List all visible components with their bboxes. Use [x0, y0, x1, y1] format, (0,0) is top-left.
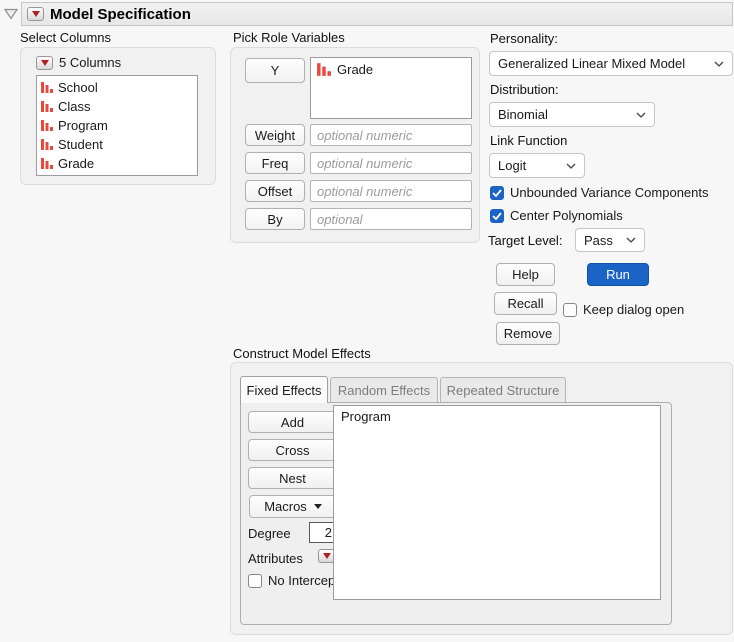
add-button[interactable]: Add: [248, 411, 337, 433]
nominal-column-icon: [41, 81, 53, 94]
by-input[interactable]: [310, 208, 472, 230]
personality-label: Personality:: [490, 31, 558, 46]
target-level-value: Pass: [584, 233, 613, 248]
y-role-button[interactable]: Y: [245, 58, 305, 83]
disclosure-triangle-icon[interactable]: [4, 8, 18, 20]
model-specification-dialog: Model Specification Select Columns Pick …: [0, 0, 734, 642]
target-level-dropdown[interactable]: Pass: [575, 228, 645, 252]
no-intercept-label: No Intercept: [268, 573, 339, 588]
chevron-down-icon: [636, 112, 646, 118]
center-polynomials-checkbox-row[interactable]: Center Polynomials: [490, 208, 623, 223]
chevron-down-icon: [714, 61, 724, 67]
column-name: School: [58, 80, 98, 95]
nominal-column-icon: [41, 157, 53, 170]
pick-role-variables-heading: Pick Role Variables: [233, 30, 345, 45]
target-level-label: Target Level:: [488, 233, 562, 248]
column-name: Student: [58, 137, 103, 152]
red-triangle-menu-icon[interactable]: [36, 56, 53, 70]
link-function-dropdown[interactable]: Logit: [489, 153, 585, 178]
construct-model-effects-heading: Construct Model Effects: [233, 346, 371, 361]
degree-label: Degree: [248, 526, 291, 541]
select-columns-heading: Select Columns: [20, 30, 111, 45]
freq-role-button[interactable]: Freq: [245, 152, 305, 174]
nominal-column-icon: [41, 100, 53, 113]
red-triangle-menu-icon[interactable]: [27, 7, 44, 21]
run-button[interactable]: Run: [587, 263, 649, 286]
by-role-button[interactable]: By: [245, 208, 305, 230]
offset-input[interactable]: [310, 180, 472, 202]
distribution-dropdown[interactable]: Binomial: [489, 102, 655, 127]
unbounded-variance-checkbox-row[interactable]: Unbounded Variance Components: [490, 185, 709, 200]
weight-input[interactable]: [310, 124, 472, 146]
column-name: Class: [58, 99, 91, 114]
link-function-label: Link Function: [490, 133, 567, 148]
nominal-column-icon: [317, 62, 331, 77]
checkbox-checked-icon[interactable]: [490, 186, 504, 200]
cross-button[interactable]: Cross: [248, 439, 337, 461]
page-title: Model Specification: [50, 6, 191, 23]
keep-dialog-open-checkbox-row[interactable]: Keep dialog open: [563, 302, 684, 317]
nest-button[interactable]: Nest: [248, 467, 337, 489]
chevron-down-icon: [566, 163, 576, 169]
help-button[interactable]: Help: [496, 263, 555, 286]
caret-down-icon: [314, 504, 322, 509]
link-function-value: Logit: [498, 158, 526, 173]
checkbox-unchecked-icon[interactable]: [248, 574, 262, 588]
columns-count-label: 5 Columns: [59, 55, 121, 70]
personality-dropdown[interactable]: Generalized Linear Mixed Model: [489, 51, 733, 76]
center-polynomials-label: Center Polynomials: [510, 208, 623, 223]
checkbox-checked-icon[interactable]: [490, 209, 504, 223]
outline-header: Model Specification: [21, 2, 733, 26]
distribution-label: Distribution:: [490, 82, 559, 97]
keep-dialog-open-label: Keep dialog open: [583, 302, 684, 317]
macros-label: Macros: [264, 499, 307, 514]
nominal-column-icon: [41, 138, 53, 151]
offset-role-button[interactable]: Offset: [245, 180, 305, 202]
y-variable-name: Grade: [337, 62, 373, 77]
tab-fixed-effects[interactable]: Fixed Effects: [240, 376, 328, 403]
nominal-column-icon: [41, 119, 53, 132]
column-name: Grade: [58, 156, 94, 171]
y-drop-box[interactable]: Grade: [310, 57, 472, 119]
tab-repeated-structure[interactable]: Repeated Structure: [440, 377, 566, 402]
columns-listbox[interactable]: School Class Program Student Grade: [36, 75, 198, 176]
effect-item[interactable]: Program: [341, 409, 653, 424]
no-intercept-checkbox-row[interactable]: No Intercept: [248, 573, 339, 588]
y-variable[interactable]: Grade: [311, 58, 471, 81]
unbounded-variance-label: Unbounded Variance Components: [510, 185, 709, 200]
columns-menu[interactable]: 5 Columns: [36, 55, 121, 70]
freq-input[interactable]: [310, 152, 472, 174]
checkbox-unchecked-icon[interactable]: [563, 303, 577, 317]
recall-button[interactable]: Recall: [494, 292, 557, 315]
list-item[interactable]: Grade: [37, 154, 197, 173]
tab-random-effects[interactable]: Random Effects: [330, 377, 438, 402]
macros-button[interactable]: Macros: [249, 495, 337, 518]
distribution-value: Binomial: [498, 107, 548, 122]
list-item[interactable]: Program: [37, 116, 197, 135]
chevron-down-icon: [626, 237, 636, 243]
remove-button[interactable]: Remove: [496, 322, 560, 345]
model-effects-listbox[interactable]: Program: [333, 405, 661, 600]
personality-value: Generalized Linear Mixed Model: [498, 56, 685, 71]
list-item[interactable]: Student: [37, 135, 197, 154]
list-item[interactable]: Class: [37, 97, 197, 116]
column-name: Program: [58, 118, 108, 133]
attributes-label: Attributes: [248, 551, 303, 566]
list-item[interactable]: School: [37, 78, 197, 97]
weight-role-button[interactable]: Weight: [245, 124, 305, 146]
